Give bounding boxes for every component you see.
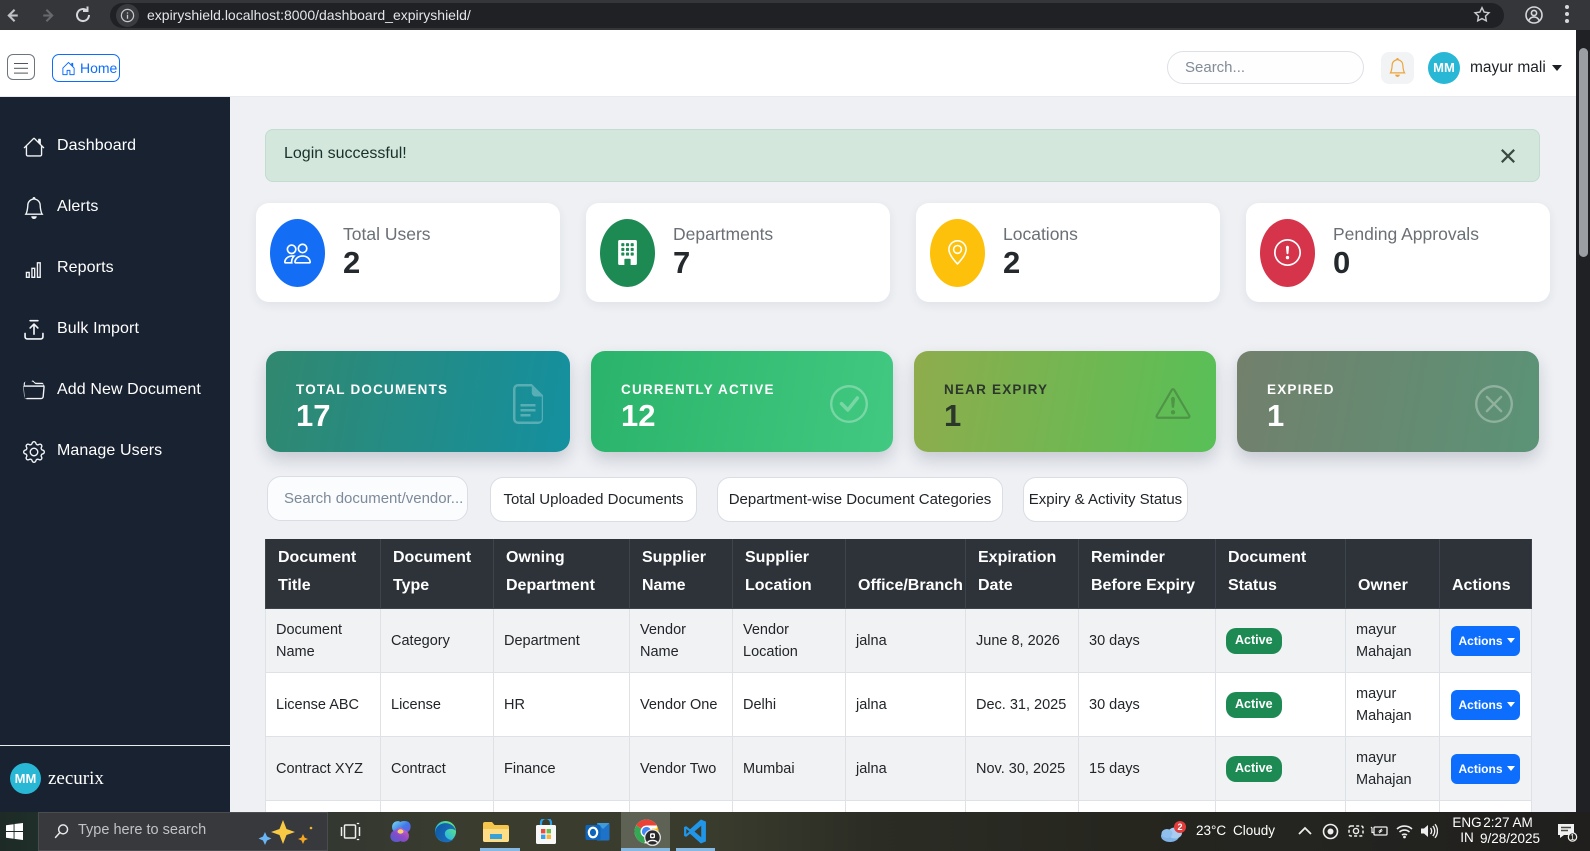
- svg-text:2: 2: [1177, 822, 1182, 832]
- svg-text:1: 1: [1570, 832, 1575, 842]
